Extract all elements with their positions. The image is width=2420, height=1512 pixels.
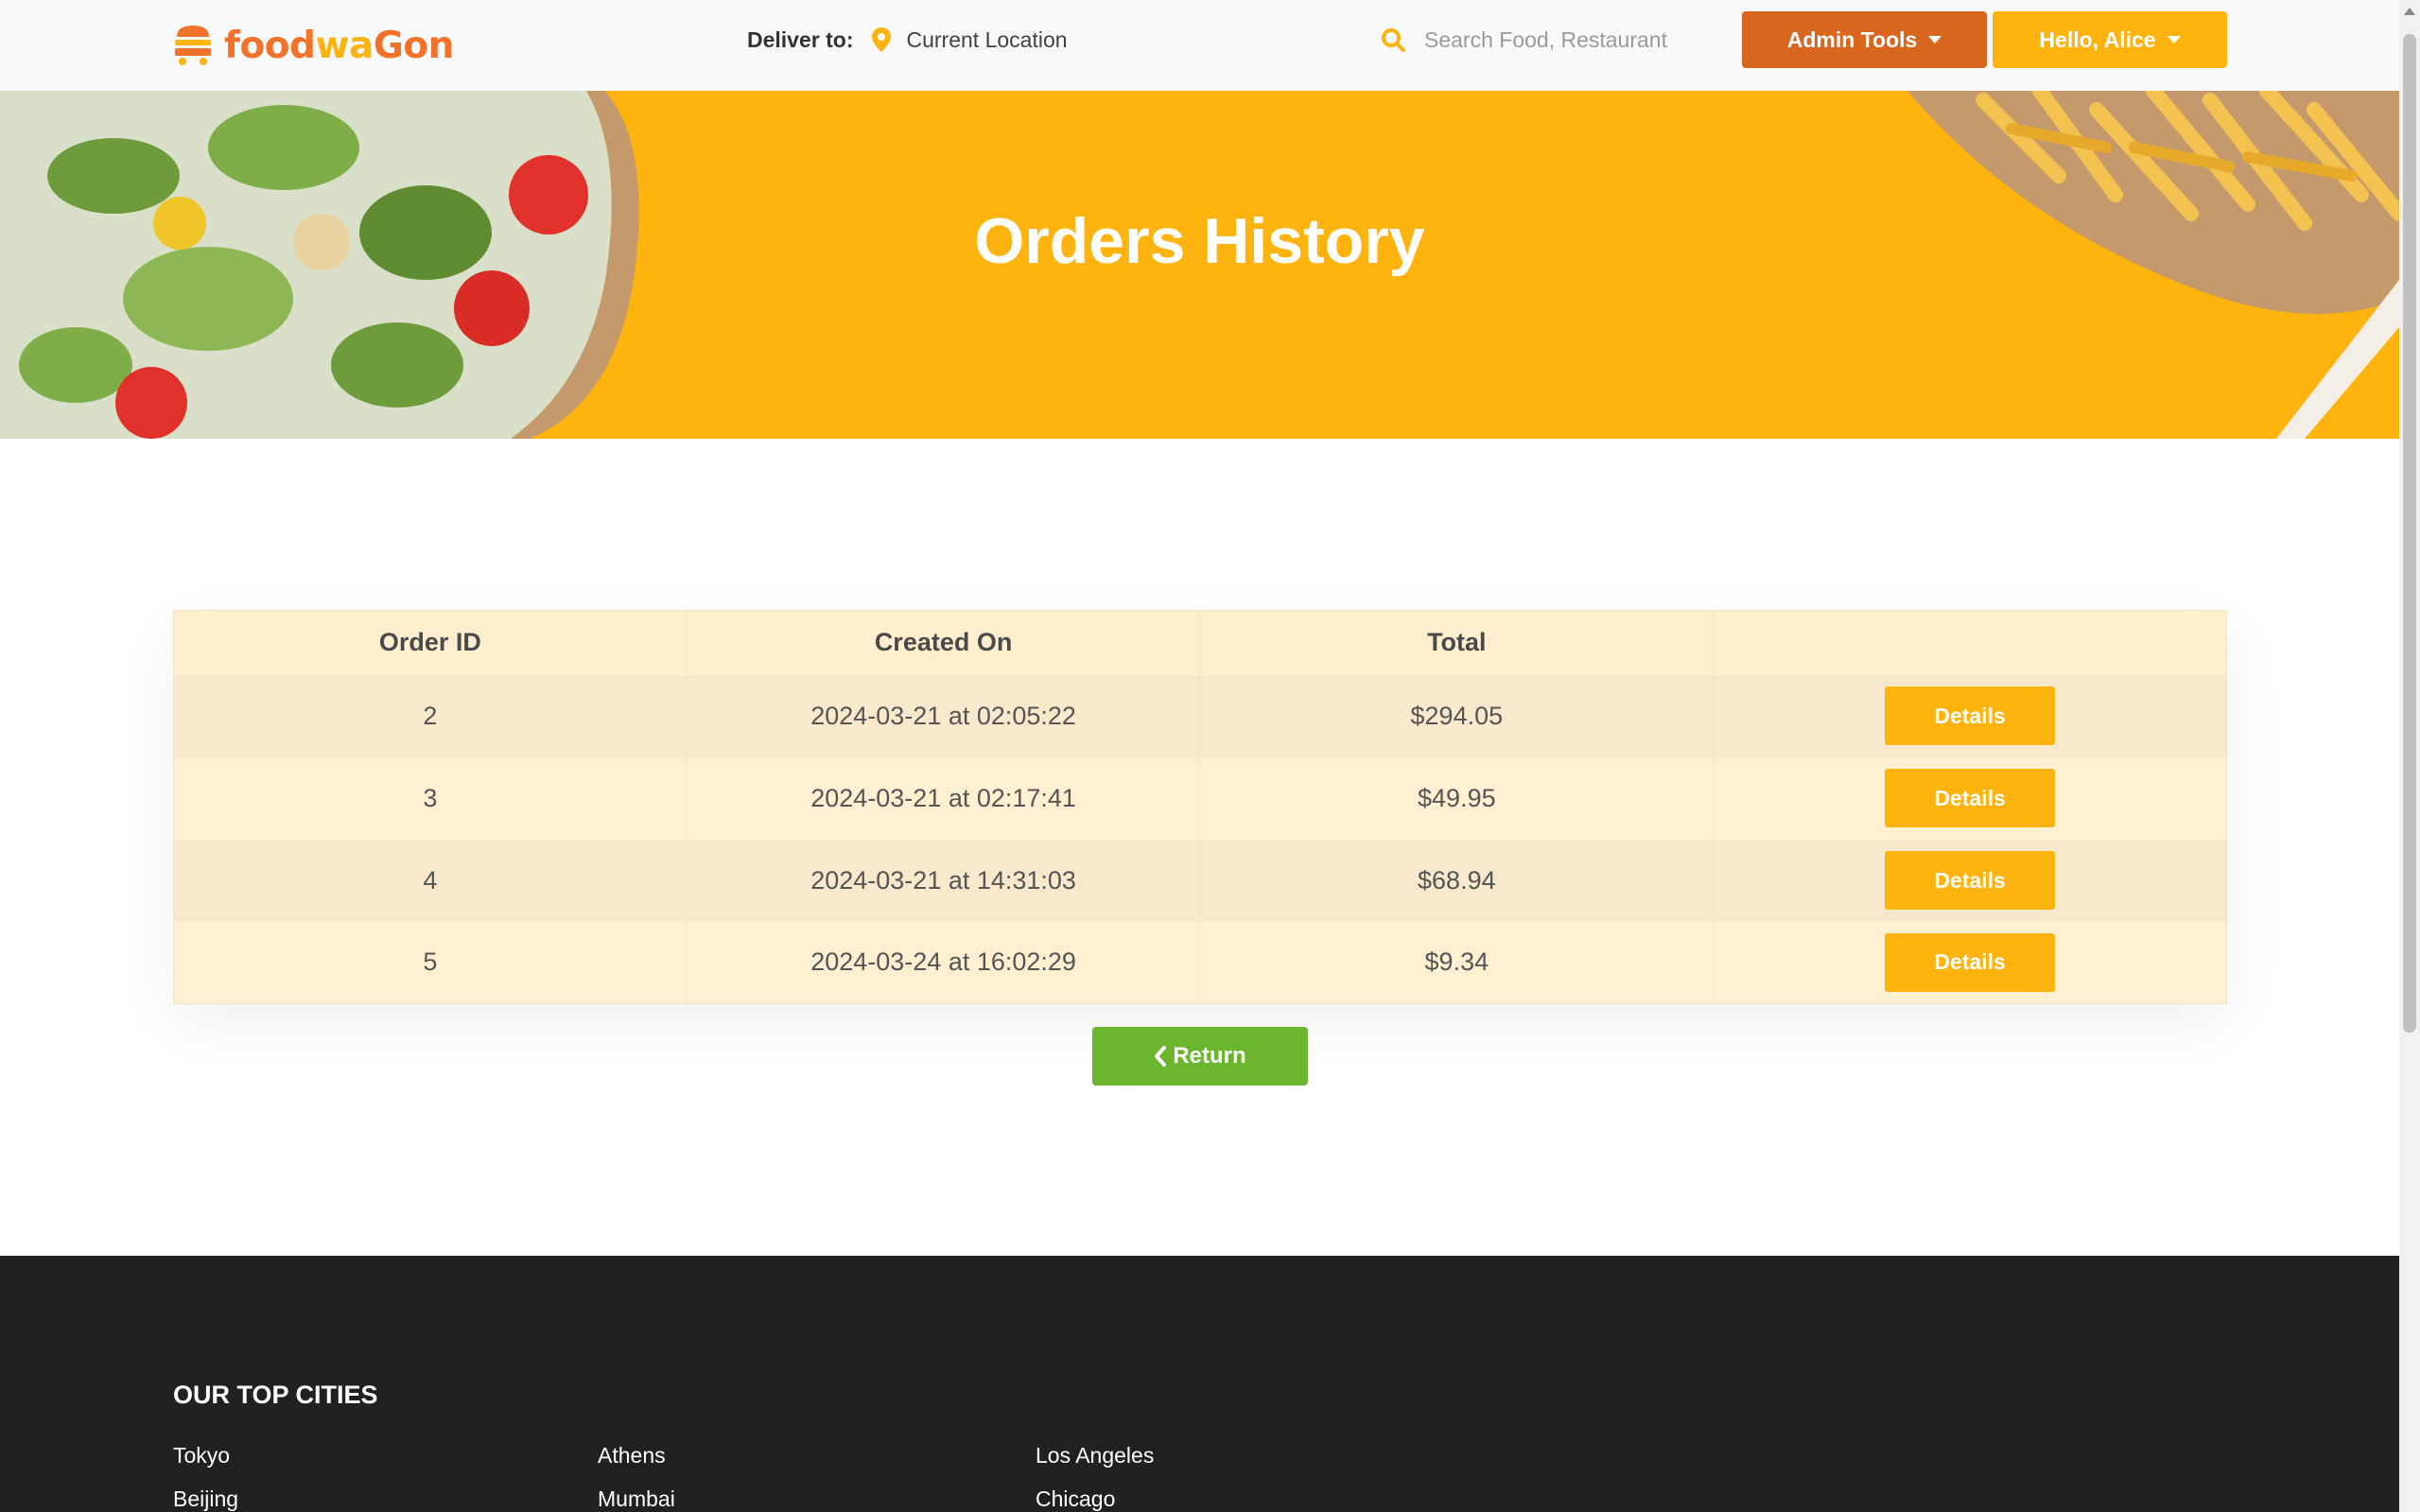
actions-cell: Details bbox=[1713, 839, 2227, 922]
table-row: 3 2024-03-21 at 02:17:41 $49.95 Details bbox=[173, 756, 2227, 840]
user-menu-button[interactable]: Hello, Alice bbox=[1993, 11, 2227, 68]
table-row: 5 2024-03-24 at 16:02:29 $9.34 Details bbox=[173, 921, 2227, 1004]
navbar: foodwaGon Deliver to: Current Location A… bbox=[0, 0, 2399, 91]
table-row: 4 2024-03-21 at 14:31:03 $68.94 Details bbox=[173, 839, 2227, 922]
table-row: 2 2024-03-21 at 02:05:22 $294.05 Details bbox=[173, 674, 2227, 757]
created-on-cell: 2024-03-21 at 02:17:41 bbox=[686, 756, 1201, 840]
details-button[interactable]: Details bbox=[1885, 932, 2056, 992]
column-header-actions bbox=[1713, 610, 2227, 675]
order-id-cell: 5 bbox=[173, 921, 688, 1004]
return-button[interactable]: Return bbox=[1092, 1027, 1308, 1086]
location-pin-icon bbox=[872, 27, 892, 52]
order-id-cell: 2 bbox=[173, 674, 688, 757]
details-button[interactable]: Details bbox=[1885, 851, 2056, 910]
actions-cell: Details bbox=[1713, 921, 2227, 1004]
deliver-location: Current Location bbox=[906, 26, 1068, 52]
brand-logo[interactable]: foodwaGon bbox=[173, 23, 454, 68]
deliver-label: Deliver to: bbox=[747, 26, 854, 52]
column-header-total: Total bbox=[1199, 610, 1715, 675]
user-menu-label: Hello, Alice bbox=[2039, 26, 2156, 52]
search-box bbox=[1362, 15, 1736, 64]
search-icon bbox=[1382, 28, 1405, 52]
orders-table: Order ID Created On Total 2 2024-03-21 a… bbox=[173, 610, 2227, 1004]
city-link-los-angeles[interactable]: Los Angeles bbox=[1036, 1443, 1154, 1469]
total-cell: $294.05 bbox=[1199, 674, 1715, 757]
column-header-created-on: Created On bbox=[686, 610, 1201, 675]
column-header-order-id: Order ID bbox=[173, 610, 688, 675]
deliver-to[interactable]: Deliver to: Current Location bbox=[747, 25, 1068, 55]
scroll-up-arrow-icon[interactable] bbox=[2404, 8, 2415, 15]
created-on-cell: 2024-03-21 at 14:31:03 bbox=[686, 839, 1201, 922]
hero-banner: Orders History bbox=[0, 91, 2399, 439]
actions-cell: Details bbox=[1713, 674, 2227, 757]
city-link-beijing[interactable]: Beijing bbox=[173, 1486, 238, 1512]
total-cell: $68.94 bbox=[1199, 839, 1715, 922]
city-link-athens[interactable]: Athens bbox=[598, 1443, 666, 1469]
admin-tools-label: Admin Tools bbox=[1786, 26, 1918, 52]
caret-down-icon bbox=[1928, 36, 1942, 43]
order-id-cell: 3 bbox=[173, 756, 688, 840]
total-cell: $49.95 bbox=[1199, 756, 1715, 840]
created-on-cell: 2024-03-24 at 16:02:29 bbox=[686, 921, 1201, 1004]
caret-down-icon bbox=[2167, 36, 2181, 43]
search-input[interactable] bbox=[1424, 26, 1727, 53]
table-header-row: Order ID Created On Total bbox=[173, 610, 2227, 675]
details-button[interactable]: Details bbox=[1885, 686, 2056, 745]
return-label: Return bbox=[1173, 1043, 1246, 1069]
brand-name: foodwaGon bbox=[224, 24, 454, 67]
footer: OUR TOP CITIES Tokyo Athens Los Angeles … bbox=[0, 1256, 2399, 1512]
logo-burger-icon bbox=[175, 26, 211, 65]
city-link-mumbai[interactable]: Mumbai bbox=[598, 1486, 675, 1512]
total-cell: $9.34 bbox=[1199, 921, 1715, 1004]
created-on-cell: 2024-03-21 at 02:05:22 bbox=[686, 674, 1201, 757]
footer-top-cities-title: OUR TOP CITIES bbox=[173, 1381, 378, 1409]
city-link-chicago[interactable]: Chicago bbox=[1036, 1486, 1115, 1512]
order-id-cell: 4 bbox=[173, 839, 688, 922]
chevron-left-icon bbox=[1155, 1046, 1167, 1067]
page-title: Orders History bbox=[974, 205, 1425, 277]
scrollbar-thumb[interactable] bbox=[2403, 34, 2416, 1033]
actions-cell: Details bbox=[1713, 756, 2227, 840]
city-link-tokyo[interactable]: Tokyo bbox=[173, 1443, 230, 1469]
page-scrollbar[interactable] bbox=[2399, 0, 2420, 1512]
details-button[interactable]: Details bbox=[1885, 769, 2056, 827]
admin-tools-button[interactable]: Admin Tools bbox=[1742, 11, 1987, 68]
